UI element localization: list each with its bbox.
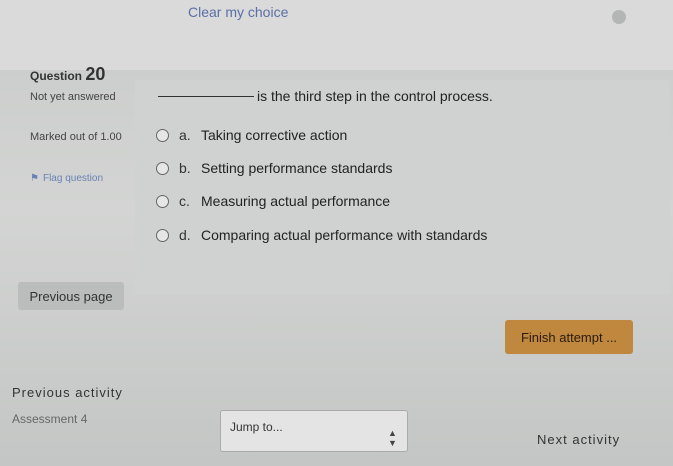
previous-activity-link[interactable]: Assessment 4 [12,412,87,426]
flag-question-link[interactable]: ⚑ Flag question [30,172,130,186]
question-number: 20 [85,64,106,84]
clear-choice-link[interactable]: Clear my choice [188,4,288,20]
answer-blank [158,95,254,97]
option-b[interactable]: b. Setting performance standards [156,160,392,176]
question-content [135,80,670,295]
option-label: Measuring actual performance [201,193,391,209]
finish-attempt-button[interactable]: Finish attempt ... [505,320,633,354]
previous-page-button[interactable]: Previous page [18,282,124,310]
option-letter: c. [179,193,190,209]
option-letter: d. [179,227,191,243]
question-label-text: Question [30,69,83,83]
option-a[interactable]: a. Taking corrective action [156,127,347,143]
circle-icon [612,10,626,24]
option-label: Taking corrective action [201,127,348,143]
jump-to-value: Jump to... [230,420,283,434]
updown-caret-icon: ▲ ▼ [388,428,397,448]
radio-button[interactable] [156,194,169,208]
option-label: Comparing actual performance with standa… [201,227,488,243]
option-c[interactable]: c. Measuring actual performance [156,193,390,209]
question-marks: Marked out of 1.00 [30,131,122,143]
flag-question-label: Flag question [42,173,104,184]
option-d[interactable]: d. Comparing actual performance with sta… [156,227,487,243]
radio-button[interactable] [156,228,169,242]
option-label: Setting performance standards [201,160,393,176]
question-status: Not yet answered [30,91,116,103]
flag-icon: ⚑ [30,173,39,184]
option-letter: b. [179,160,191,176]
radio-button[interactable] [156,128,169,142]
option-letter: a. [179,127,191,143]
question-label: Question 20 [30,64,105,85]
previous-activity-label: Previous activity [12,385,123,400]
radio-button[interactable] [156,161,169,175]
next-activity-label: Next activity [537,432,621,447]
question-text: is the third step in the control process… [257,88,493,104]
